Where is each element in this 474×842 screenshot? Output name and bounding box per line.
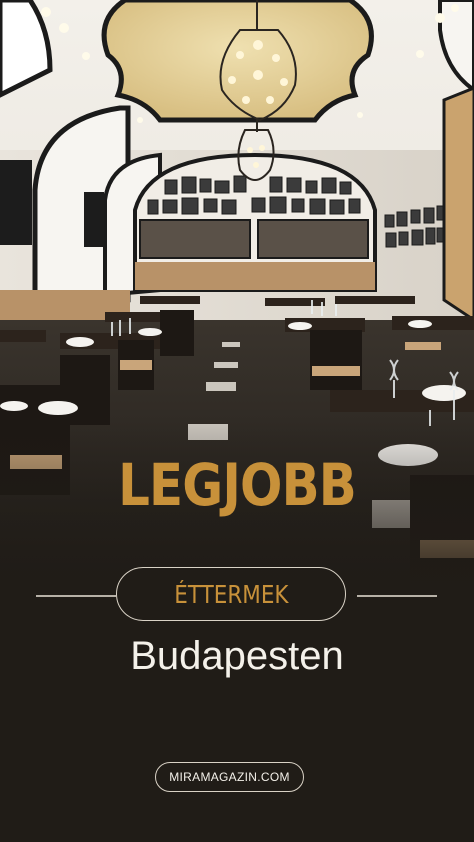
website-link[interactable]: MIRAMAGAZIN.COM: [155, 762, 304, 792]
divider-right: [357, 595, 437, 597]
website-text: MIRAMAGAZIN.COM: [169, 770, 290, 784]
divider-left: [36, 595, 116, 597]
subheading-text: ÉTTERMEK: [173, 579, 289, 609]
headline: LEGJOBB: [118, 451, 357, 519]
city-title: Budapesten: [130, 634, 344, 678]
subheading-pill: ÉTTERMEK: [116, 567, 346, 621]
